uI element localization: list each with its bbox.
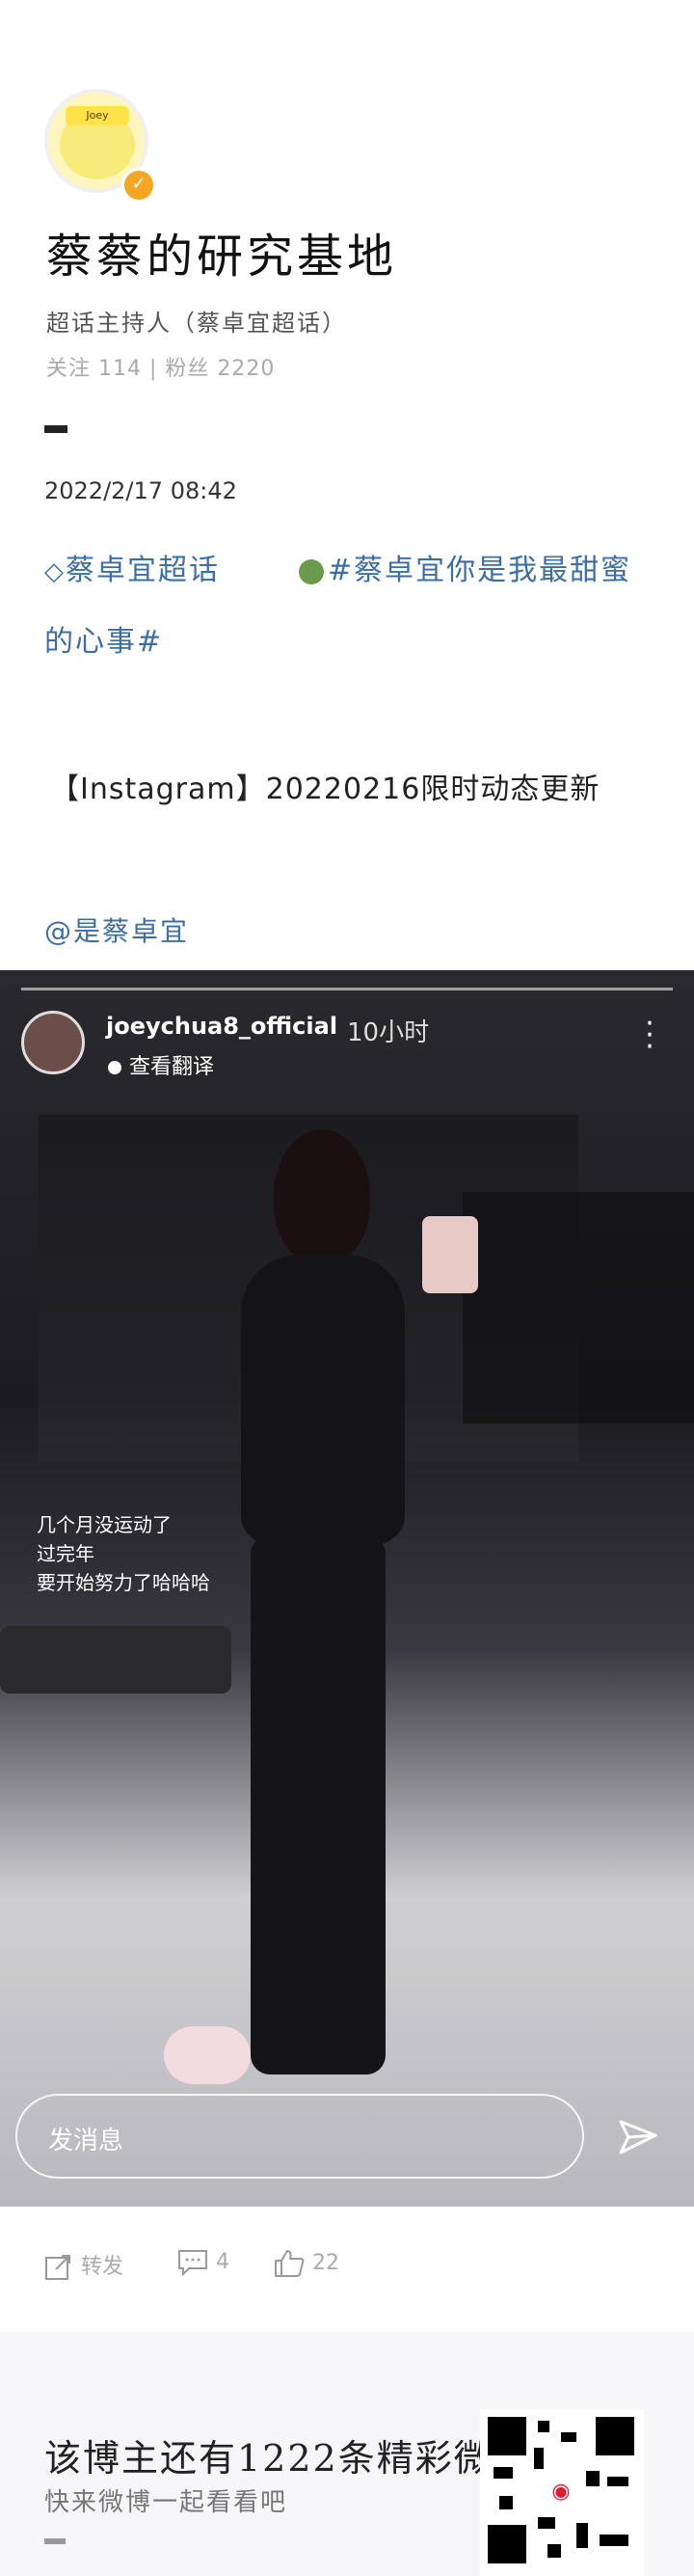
post-image[interactable]: joeychua8_official 10小时 查看翻译 · · · 几个月没运动了… <box>0 970 694 2207</box>
like-count: 22 <box>312 2251 339 2275</box>
footer-headline: 该博主还有1222条精彩微博 <box>44 2437 531 2480</box>
super-topic-link[interactable]: ◇蔡卓宜超话 <box>44 546 220 588</box>
action-bar: 转发 4 22 <box>0 2207 694 2322</box>
hashtag-link[interactable]: #蔡卓宜你是我最甜蜜 <box>299 546 631 588</box>
comment-icon <box>178 2250 207 2277</box>
footer-subline: 快来微博一起看看吧 <box>44 2488 288 2517</box>
story-time: 10小时 <box>347 1018 430 1047</box>
person-shoe <box>164 2026 251 2084</box>
story-caption: 几个月没运动了 过完年 要开始努力了哈哈哈 <box>37 1510 210 1597</box>
person-legs <box>251 1534 386 2074</box>
translate-bubble-icon <box>108 1061 121 1074</box>
person-head <box>274 1129 370 1264</box>
story-translate[interactable]: 查看翻译 <box>108 1049 214 1080</box>
topic-emoji-icon <box>299 558 324 584</box>
post-date: 2022/2/17 08:42 <box>44 477 237 504</box>
profile-stats: 关注 114 | 粉丝 2220 <box>46 357 276 381</box>
story-caption-line: 过完年 <box>37 1542 94 1565</box>
story-caption-line: 要开始努力了哈哈哈 <box>37 1571 210 1594</box>
send-icon[interactable] <box>617 2116 659 2158</box>
comment-button[interactable]: 4 <box>177 2249 229 2277</box>
story-caption-line: 几个月没运动了 <box>37 1513 172 1536</box>
weibo-logo-icon: ◉ <box>544 2475 578 2509</box>
gym-rack <box>463 1192 694 1424</box>
footer-promo[interactable]: 该博主还有1222条精彩微博 快来微博一起看看吧 ◉ <box>0 2332 694 2576</box>
repost-button[interactable]: 转发 <box>44 2249 123 2281</box>
hashtag-label: #蔡卓宜你是我最甜蜜 <box>328 554 632 587</box>
phone-prop <box>422 1216 478 1293</box>
diamond-icon: ◇ <box>44 557 66 586</box>
super-topic-label: 蔡卓宜超话 <box>66 554 220 587</box>
story-translate-label: 查看翻译 <box>129 1055 215 1079</box>
story-avatar[interactable] <box>21 1011 85 1074</box>
person-figure <box>164 1129 478 2142</box>
footer-dash <box>44 2538 66 2544</box>
avatar-tag: Joey <box>66 106 129 125</box>
message-placeholder: 发消息 <box>48 2127 124 2156</box>
like-button[interactable]: 22 <box>274 2249 339 2278</box>
repost-icon <box>45 2255 70 2280</box>
comment-count: 4 <box>216 2250 229 2274</box>
qr-code: ◉ <box>480 2409 644 2576</box>
story-username[interactable]: joeychua8_official <box>106 1013 337 1040</box>
verified-badge-icon: ✓ <box>121 168 156 203</box>
divider-dash <box>44 425 67 433</box>
repost-label: 转发 <box>81 2255 124 2279</box>
thumbs-up-icon <box>275 2250 305 2277</box>
more-options-icon[interactable]: · · · <box>640 1010 659 1062</box>
story-progress-bar <box>21 988 673 990</box>
mention-link[interactable]: @是蔡卓宜 <box>44 910 189 949</box>
profile-name[interactable]: 蔡蔡的研究基地 <box>46 218 397 285</box>
post-text: 【Instagram】20220216限时动态更新 <box>50 773 601 806</box>
profile-role: 超话主持人（蔡卓宜超话） <box>46 310 347 337</box>
gym-bench <box>0 1626 231 1694</box>
hashtag-link-continued[interactable]: 的心事# <box>44 617 163 660</box>
person-torso <box>241 1255 405 1544</box>
